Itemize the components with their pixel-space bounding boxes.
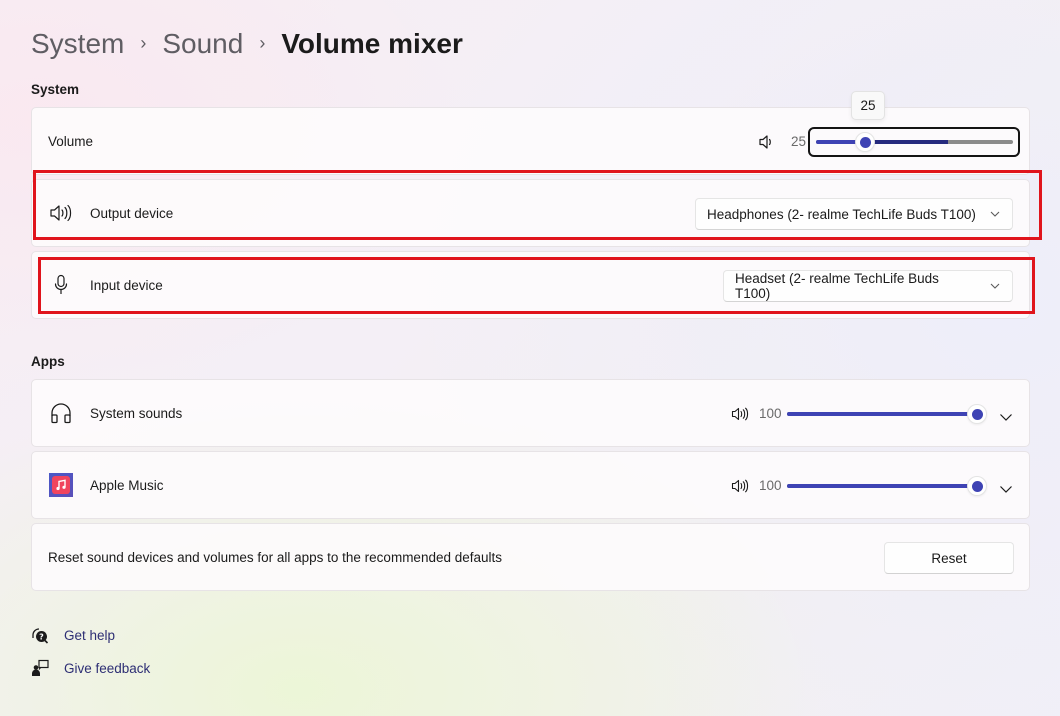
reset-description: Reset sound devices and volumes for all … xyxy=(48,549,503,565)
app-volume-slider[interactable] xyxy=(787,404,987,424)
speaker-low-icon[interactable] xyxy=(758,134,776,150)
output-device-selected: Headphones (2- realme TechLife Buds T100… xyxy=(707,206,976,222)
expand-chevron-icon[interactable] xyxy=(999,409,1013,421)
feedback-icon xyxy=(31,659,49,677)
reset-card: Reset sound devices and volumes for all … xyxy=(31,523,1030,591)
get-help-label[interactable]: Get help xyxy=(64,628,115,643)
speaker-icon[interactable] xyxy=(731,478,749,494)
app-volume-slider-thumb[interactable] xyxy=(967,404,987,424)
app-volume-slider[interactable] xyxy=(787,476,987,496)
chevron-down-icon xyxy=(990,281,1000,291)
speaker-icon[interactable] xyxy=(731,406,749,422)
volume-slider[interactable] xyxy=(816,132,1013,152)
volume-label: Volume xyxy=(48,133,94,149)
input-device-dropdown[interactable]: Headset (2- realme TechLife Buds T100) xyxy=(723,270,1013,302)
section-heading-system: System xyxy=(31,82,80,97)
microphone-icon xyxy=(48,272,74,298)
volume-value: 25 xyxy=(791,134,807,149)
app-name: Apple Music xyxy=(90,477,164,493)
breadcrumb-separator: › xyxy=(140,33,147,53)
output-device-label: Output device xyxy=(90,205,174,221)
apple-music-icon xyxy=(48,472,74,498)
input-device-label: Input device xyxy=(90,277,163,293)
speaker-icon xyxy=(48,200,74,226)
breadcrumb-separator: › xyxy=(259,33,266,53)
volume-slider-thumb[interactable] xyxy=(855,132,876,152)
reset-button[interactable]: Reset xyxy=(884,542,1014,574)
app-volume-slider-thumb[interactable] xyxy=(967,476,987,496)
give-feedback-label[interactable]: Give feedback xyxy=(64,661,150,676)
help-icon: ? xyxy=(31,626,49,644)
volume-tooltip: 25 xyxy=(851,91,885,120)
breadcrumb: System › Sound › Volume mixer xyxy=(31,24,463,64)
get-help-link[interactable]: ? Get help xyxy=(31,626,115,644)
chevron-down-icon xyxy=(990,209,1000,219)
app-volume-value: 100 xyxy=(759,478,782,493)
expand-chevron-icon[interactable] xyxy=(999,481,1013,493)
breadcrumb-sound[interactable]: Sound xyxy=(162,24,243,64)
headphones-icon xyxy=(48,400,74,426)
svg-text:?: ? xyxy=(39,632,44,641)
breadcrumb-system[interactable]: System xyxy=(31,24,124,64)
app-volume-slider-fill xyxy=(787,484,977,488)
page-title: Volume mixer xyxy=(281,28,463,59)
volume-peak-meter xyxy=(865,140,948,144)
output-device-dropdown[interactable]: Headphones (2- realme TechLife Buds T100… xyxy=(695,198,1013,230)
input-device-selected: Headset (2- realme TechLife Buds T100) xyxy=(735,271,939,301)
give-feedback-link[interactable]: Give feedback xyxy=(31,659,150,677)
app-volume-slider-fill xyxy=(787,412,977,416)
app-name: System sounds xyxy=(90,405,183,421)
section-heading-apps: Apps xyxy=(31,354,65,369)
app-volume-value: 100 xyxy=(759,406,782,421)
